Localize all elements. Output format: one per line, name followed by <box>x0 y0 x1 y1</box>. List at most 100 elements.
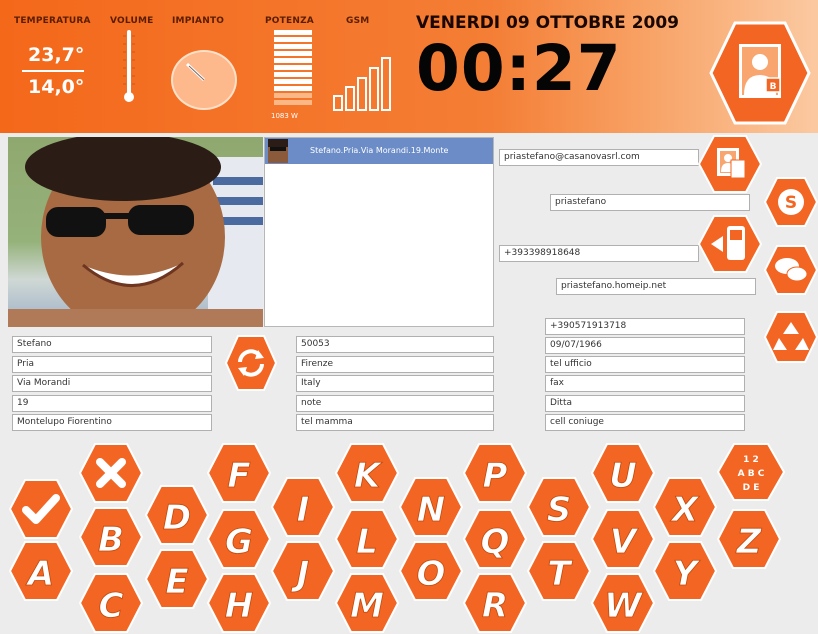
email-field[interactable]: priastefano@casanovasrl.com <box>499 149 699 166</box>
svg-text:Q: Q <box>481 522 510 562</box>
contact-list-item[interactable]: Stefano.Pria.Via Morandi.19.Monte <box>265 138 493 164</box>
contact-list-item-label: Stefano.Pria.Via Morandi.19.Monte <box>310 146 449 155</box>
svg-text:D: D <box>163 498 191 538</box>
country-field[interactable]: Italy <box>296 375 494 392</box>
key-h[interactable]: H <box>206 572 272 634</box>
street-number-field[interactable]: 19 <box>12 395 212 412</box>
gsm-signal-icon <box>333 57 391 111</box>
svg-text:N: N <box>417 490 445 530</box>
confirm-key[interactable] <box>8 478 74 540</box>
key-w[interactable]: W <box>590 572 656 634</box>
current-date: VENERDI 09 OTTOBRE 2009 <box>416 13 680 33</box>
svg-text:B: B <box>98 520 124 560</box>
svg-text:M: M <box>350 586 384 626</box>
sync-button[interactable] <box>224 334 278 392</box>
profile-badge: B <box>770 82 777 92</box>
svg-text:S: S <box>547 490 572 530</box>
last-name-field[interactable]: Pria <box>12 356 212 373</box>
key-p[interactable]: P <box>462 442 528 504</box>
province-field[interactable]: Firenze <box>296 356 494 373</box>
key-b[interactable]: B <box>78 506 144 568</box>
svg-text:Z: Z <box>736 522 763 562</box>
inside-temperature: 23,7° <box>28 44 85 66</box>
city-field[interactable]: Montelupo Fiorentino <box>12 414 212 431</box>
contact-photo <box>8 137 263 327</box>
first-name-field[interactable]: Stefano <box>12 336 212 353</box>
temperature-divider <box>22 70 84 72</box>
key-z[interactable]: Z <box>716 508 782 570</box>
chat-button[interactable] <box>763 244 818 296</box>
user-profile-button[interactable]: B <box>708 20 812 126</box>
volume-slider[interactable] <box>122 30 136 102</box>
mobile-field[interactable]: +393398918648 <box>499 245 699 262</box>
key-y[interactable]: Y <box>652 540 718 602</box>
svg-text:H: H <box>225 586 253 626</box>
svg-text:F: F <box>227 456 250 496</box>
office-phone-field[interactable]: tel ufficio <box>545 356 745 373</box>
key-v[interactable]: V <box>590 508 656 570</box>
key-u[interactable]: U <box>590 442 656 504</box>
svg-text:V: V <box>610 522 639 562</box>
postal-code-field[interactable]: 50053 <box>296 336 494 353</box>
key-g[interactable]: G <box>206 508 272 570</box>
key-d[interactable]: D <box>144 484 210 546</box>
key-l[interactable]: L <box>334 508 400 570</box>
key-x[interactable]: X <box>652 476 718 538</box>
key-q[interactable]: Q <box>462 508 528 570</box>
company-field[interactable]: Ditta <box>545 395 745 412</box>
fax-field[interactable]: fax <box>545 375 745 392</box>
mother-phone-field[interactable]: tel mamma <box>296 414 494 431</box>
key-e[interactable]: E <box>144 548 210 610</box>
key-f[interactable]: F <box>206 442 272 504</box>
keyboard-mode-row-2: A B C <box>738 469 765 479</box>
skype-button[interactable]: S <box>763 176 818 228</box>
system-dial[interactable] <box>171 50 237 110</box>
key-o[interactable]: O <box>398 540 464 602</box>
key-t[interactable]: T <box>526 540 592 602</box>
key-r[interactable]: R <box>462 572 528 634</box>
skype-icon: S <box>778 189 804 215</box>
key-s[interactable]: S <box>526 476 592 538</box>
key-i[interactable]: I <box>270 476 336 538</box>
contact-list[interactable]: Stefano.Pria.Via Morandi.19.Monte <box>264 137 494 327</box>
email-contact-button[interactable] <box>697 134 763 194</box>
temperature-label: TEMPERATURA <box>14 16 91 26</box>
power-label: POTENZA <box>265 16 314 26</box>
skype-field[interactable]: priastefano <box>550 194 750 211</box>
key-n[interactable]: N <box>398 476 464 538</box>
svg-text:R: R <box>482 586 508 626</box>
svg-text:X: X <box>670 490 700 530</box>
recycle-button[interactable] <box>763 310 818 364</box>
key-j[interactable]: J <box>270 540 336 602</box>
header-bar: TEMPERATURA VOLUME IMPIANTO POTENZA GSM … <box>0 0 818 133</box>
keyboard-mode-button[interactable]: 1 2 A B C D E <box>716 442 786 502</box>
power-meter <box>274 30 312 105</box>
key-m[interactable]: M <box>334 572 400 634</box>
key-a[interactable]: A <box>8 540 74 602</box>
home-phone-field[interactable]: +390571913718 <box>545 318 745 335</box>
system-label: IMPIANTO <box>172 16 225 26</box>
keyboard-mode-row-3: D E <box>743 483 760 493</box>
svg-text:C: C <box>99 586 124 626</box>
svg-text:U: U <box>609 456 637 496</box>
svg-text:S: S <box>785 193 797 213</box>
key-k[interactable]: K <box>334 442 400 504</box>
spouse-mobile-field[interactable]: cell coniuge <box>545 414 745 431</box>
svg-text:O: O <box>417 554 446 594</box>
street-field[interactable]: Via Morandi <box>12 375 212 392</box>
notes-field[interactable]: note <box>296 395 494 412</box>
delete-key[interactable] <box>78 442 144 504</box>
birthdate-field[interactable]: 09/07/1966 <box>545 337 745 354</box>
svg-text:P: P <box>483 456 508 496</box>
contact-thumbnail <box>268 139 288 163</box>
clock: 00:27 <box>416 32 622 105</box>
keyboard-mode-row-1: 1 2 <box>743 455 759 465</box>
svg-text:K: K <box>354 456 383 496</box>
call-mobile-button[interactable] <box>697 214 763 274</box>
key-c[interactable]: C <box>78 572 144 634</box>
svg-text:I: I <box>297 490 310 530</box>
svg-text:T: T <box>547 554 573 594</box>
outside-temperature: 14,0° <box>28 76 85 98</box>
homepage-field[interactable]: priastefano.homeip.net <box>556 278 756 295</box>
power-watts: 1083 W <box>271 112 298 120</box>
